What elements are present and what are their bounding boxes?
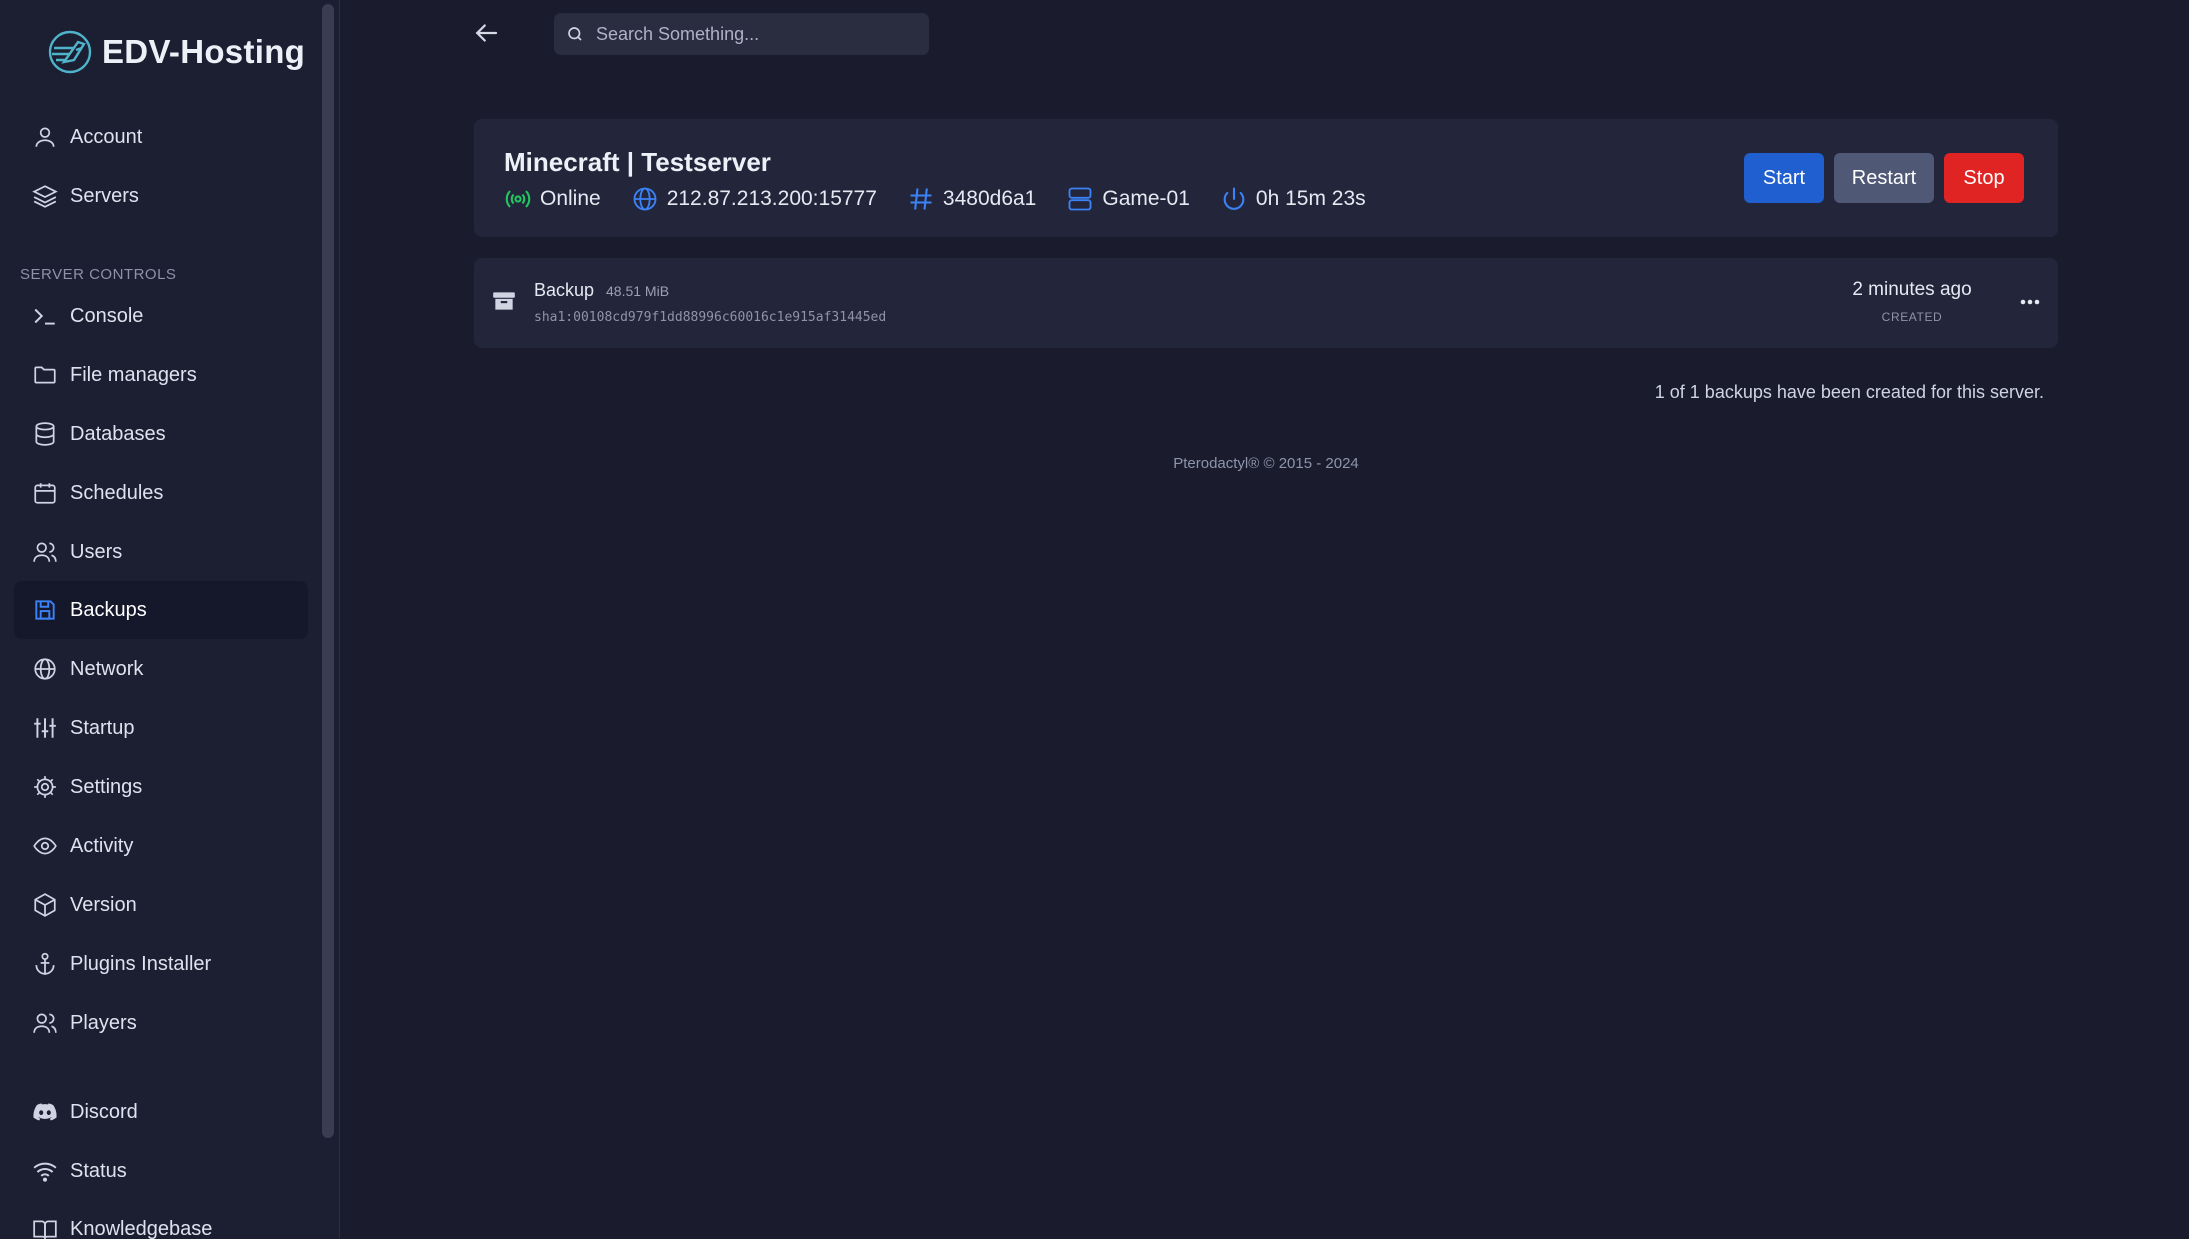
sidebar-item-label: Discord — [70, 1100, 138, 1123]
sidebar-item-label: Servers — [70, 184, 139, 207]
sidebar-item-label: Account — [70, 125, 143, 148]
wifi-icon — [33, 1162, 57, 1182]
sidebar-item-label: Network — [70, 657, 144, 680]
sidebar-item-label: Schedules — [70, 481, 164, 504]
brand-name: EDV-Hosting — [102, 33, 306, 70]
sidebar-item-users[interactable]: Users — [14, 523, 308, 581]
brand-logo-icon — [48, 30, 92, 74]
server-rack-icon — [1068, 187, 1092, 211]
server-uptime-text: 0h 15m 23s — [1255, 187, 1366, 210]
sidebar-item-account[interactable]: Account — [14, 108, 308, 166]
sidebar-item-console[interactable]: Console — [14, 287, 308, 345]
sidebar-item-label: Settings — [70, 775, 143, 798]
stop-button[interactable]: Stop — [1944, 153, 2024, 203]
sidebar-item-backups[interactable]: Backups — [14, 581, 308, 639]
server-address[interactable]: 212.87.213.200:15777 — [631, 185, 877, 213]
archive-icon — [493, 292, 515, 310]
sidebar-item-knowledgebase[interactable]: Knowledgebase — [14, 1200, 308, 1239]
sidebar-scrollbar[interactable] — [322, 4, 334, 1138]
sidebar-item-databases[interactable]: Databases — [14, 405, 308, 463]
sidebar-item-settings[interactable]: Settings — [14, 758, 308, 816]
backup-created-label: CREATED — [1881, 310, 1943, 324]
sidebar-item-label: Backups — [70, 598, 147, 621]
discord-icon — [33, 1103, 57, 1121]
sidebar-item-players[interactable]: Players — [14, 994, 308, 1052]
users-icon — [33, 1013, 57, 1033]
section-label-server-controls: SERVER CONTROLS — [20, 266, 177, 283]
terminal-icon — [34, 308, 55, 325]
server-address-text: 212.87.213.200:15777 — [666, 187, 877, 210]
sidebar-item-label: File managers — [70, 363, 197, 386]
server-id: 3480d6a1 — [907, 185, 1036, 213]
sidebar-item-label: Players — [70, 1011, 137, 1034]
database-icon — [35, 422, 55, 446]
server-status-text: Online — [540, 187, 601, 210]
main-content: Minecraft | Testserver Online 212.87.213… — [341, 0, 2189, 1239]
power-icon — [1223, 187, 1245, 210]
hash-icon — [910, 188, 932, 210]
sidebar-item-label: Startup — [70, 716, 135, 739]
sliders-icon — [34, 718, 56, 738]
server-meta: Online 212.87.213.200:15777 3480d6a1 Gam… — [504, 185, 1366, 213]
server-node-text: Game-01 — [1102, 187, 1190, 210]
backup-count-text: 1 of 1 backups have been created for thi… — [1654, 382, 2044, 402]
anchor-icon — [35, 952, 55, 975]
sidebar-item-label: Console — [70, 304, 144, 327]
globe-icon — [34, 658, 56, 680]
restart-button[interactable]: Restart — [1834, 153, 1934, 203]
save-icon — [35, 600, 55, 620]
more-options-icon[interactable] — [2014, 286, 2046, 318]
search-bar[interactable] — [554, 13, 929, 55]
server-status: Online — [504, 185, 601, 213]
calendar-icon — [34, 483, 56, 504]
gear-icon — [34, 776, 56, 798]
server-id-text: 3480d6a1 — [942, 187, 1037, 210]
server-node: Game-01 — [1066, 185, 1190, 213]
sidebar-item-servers[interactable]: Servers — [14, 167, 308, 225]
sidebar-item-label: Knowledgebase — [70, 1217, 213, 1239]
backup-row[interactable]: Backup 48.51 MiB sha1:00108cd979f1dd8899… — [474, 258, 2058, 348]
broadcast-icon — [505, 190, 531, 208]
start-button[interactable]: Start — [1744, 153, 1824, 203]
sidebar-item-label: Databases — [70, 422, 166, 445]
backup-name: Backup — [534, 280, 595, 300]
users-icon — [33, 542, 57, 562]
sidebar-item-file-managers[interactable]: File managers — [14, 346, 308, 404]
sidebar-item-version[interactable]: Version — [14, 876, 308, 934]
server-header-card: Minecraft | Testserver Online 212.87.213… — [474, 119, 2058, 237]
sidebar-item-label: Users — [70, 540, 123, 563]
sidebar-item-schedules[interactable]: Schedules — [14, 464, 308, 522]
sidebar-item-startup[interactable]: Startup — [14, 699, 308, 757]
globe-icon — [633, 187, 657, 211]
user-icon — [35, 127, 55, 147]
sidebar: EDV-Hosting Account Servers SERVER CONTR… — [0, 0, 340, 1239]
book-icon — [33, 1220, 57, 1239]
back-arrow-icon[interactable] — [471, 18, 501, 48]
sidebar-item-plugins-installer[interactable]: Plugins Installer — [14, 935, 308, 993]
brand[interactable]: EDV-Hosting — [44, 26, 305, 78]
layers-icon — [32, 185, 58, 208]
backup-hash: sha1:00108cd979f1dd88996c60016c1e915af31… — [534, 310, 887, 325]
sidebar-item-label: Activity — [70, 834, 134, 857]
cube-icon — [34, 893, 56, 917]
sidebar-item-label: Version — [70, 893, 137, 916]
server-uptime: 0h 15m 23s — [1220, 185, 1366, 213]
sidebar-item-status[interactable]: Status — [14, 1142, 308, 1200]
sidebar-item-activity[interactable]: Activity — [14, 817, 308, 875]
sidebar-item-network[interactable]: Network — [14, 640, 308, 698]
sidebar-item-label: Plugins Installer — [70, 952, 212, 975]
server-title: Minecraft | Testserver — [504, 147, 771, 177]
search-input[interactable] — [596, 23, 916, 45]
folder-icon — [34, 366, 56, 384]
footer-copyright: Pterodactyl® © 2015 - 2024 — [1173, 455, 1359, 472]
backup-created-time: 2 minutes ago — [1852, 279, 1972, 300]
search-icon — [568, 27, 582, 41]
sidebar-item-label: Status — [70, 1159, 127, 1182]
sidebar-item-discord[interactable]: Discord — [14, 1083, 308, 1141]
eye-icon — [33, 837, 57, 855]
backup-size: 48.51 MiB — [606, 283, 670, 299]
